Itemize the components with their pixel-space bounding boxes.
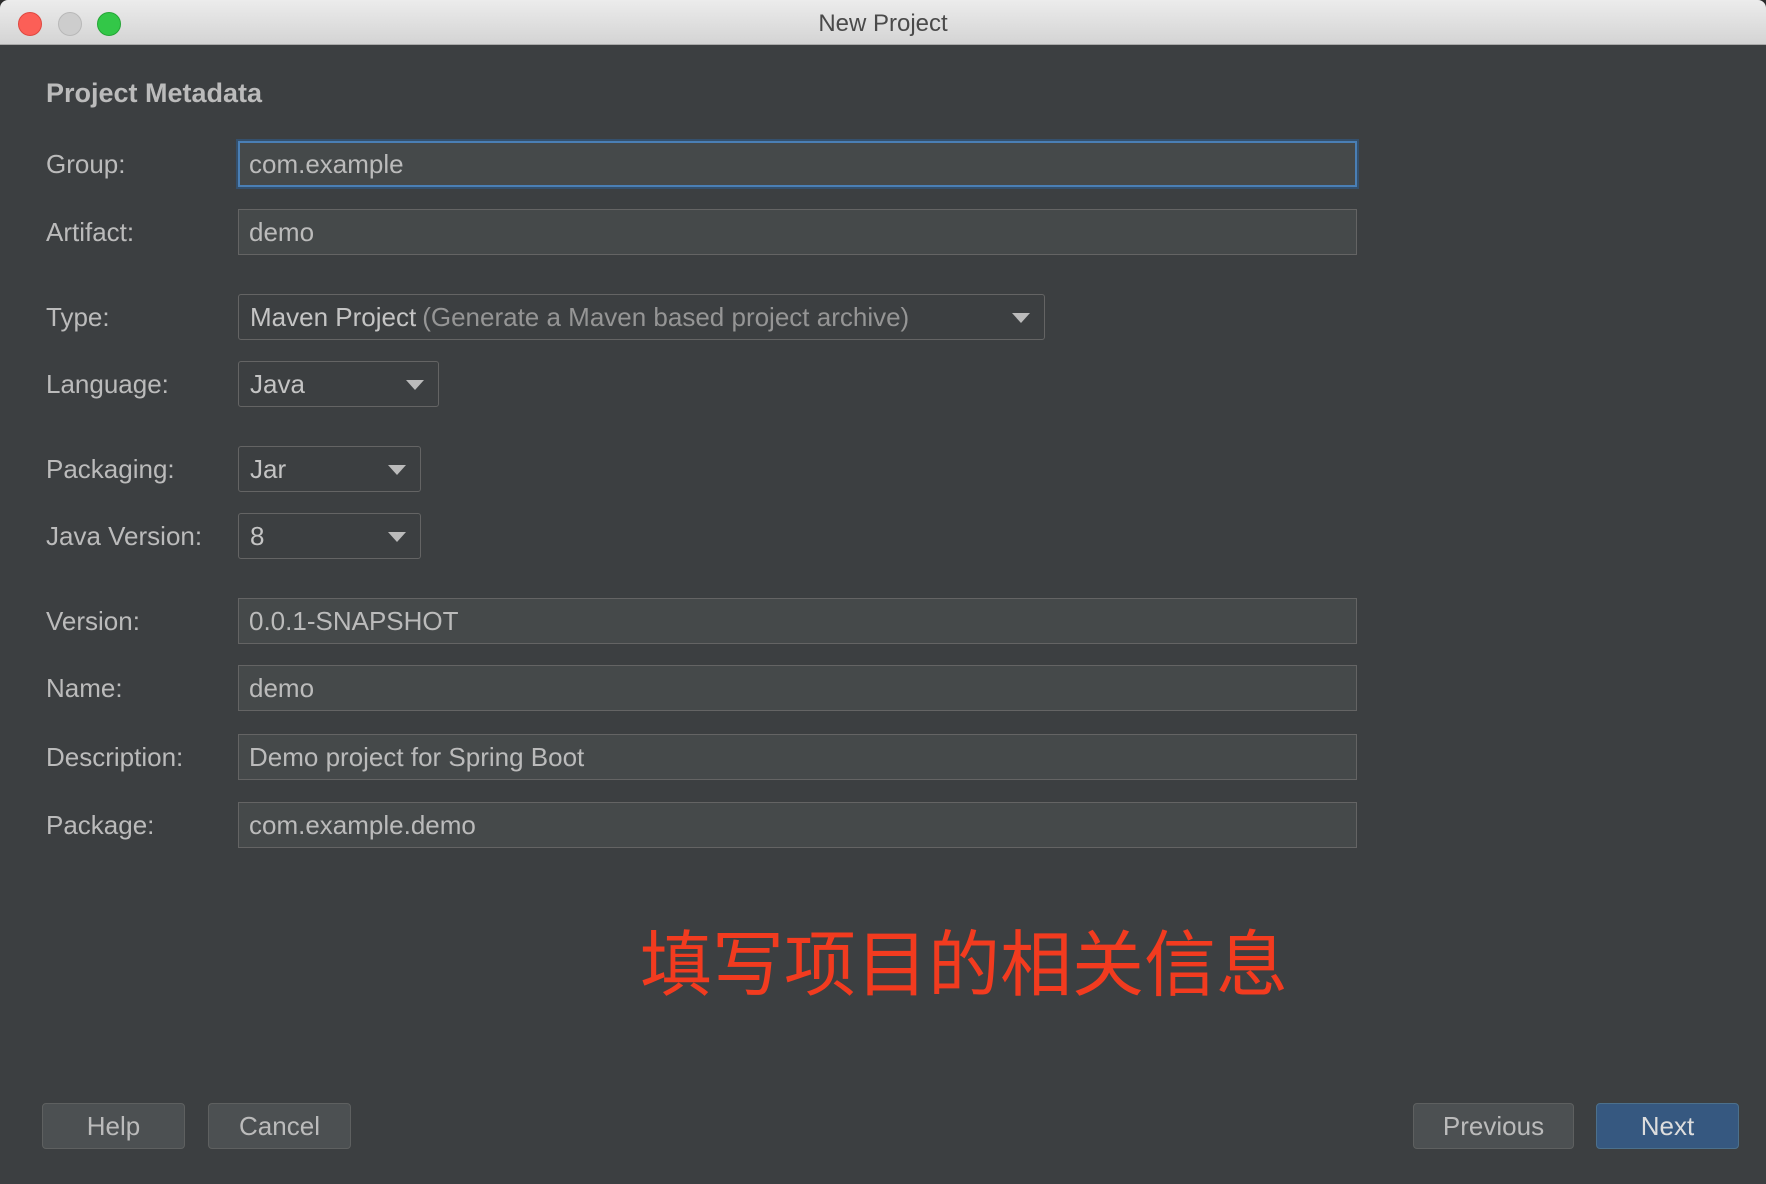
- description-label: Description:: [46, 742, 184, 772]
- version-label: Version:: [46, 606, 140, 636]
- description-input[interactable]: [238, 734, 1357, 780]
- type-label: Type:: [46, 302, 110, 332]
- title-bar: New Project: [0, 0, 1766, 45]
- artifact-row: Artifact:: [0, 209, 1400, 255]
- package-label: Package:: [46, 810, 155, 840]
- window-title: New Project: [818, 10, 948, 37]
- type-dropdown[interactable]: Maven Project (Generate a Maven based pro…: [238, 294, 1045, 340]
- name-label: Name:: [46, 673, 123, 703]
- next-button[interactable]: Next: [1596, 1103, 1739, 1149]
- java-version-dropdown[interactable]: 8: [238, 513, 421, 559]
- group-row: Group:: [0, 141, 1400, 187]
- name-row: Name:: [0, 665, 1400, 711]
- packaging-row: Packaging: Jar: [0, 446, 1400, 492]
- annotation-text: 填写项目的相关信息: [640, 926, 1289, 1006]
- java-version-label: Java Version:: [46, 521, 203, 551]
- version-row: Version:: [0, 598, 1400, 644]
- java-version-row: Java Version: 8: [0, 513, 1400, 559]
- packaging-label: Packaging:: [46, 454, 175, 484]
- language-label: Language:: [46, 369, 169, 399]
- section-title: Project Metadata: [46, 78, 263, 108]
- type-row: Type: Maven Project (Generate a Maven bas…: [0, 294, 1400, 340]
- chevron-down-icon: [1012, 313, 1030, 323]
- description-row: Description:: [0, 734, 1400, 780]
- language-row: Language: Java: [0, 361, 1400, 407]
- name-input[interactable]: [238, 665, 1357, 711]
- package-input[interactable]: [238, 802, 1357, 848]
- package-row: Package:: [0, 802, 1400, 848]
- group-label: Group:: [46, 149, 126, 179]
- type-selected-value: Maven Project: [250, 302, 417, 332]
- artifact-label: Artifact:: [46, 217, 135, 247]
- packaging-dropdown[interactable]: Jar: [238, 446, 421, 492]
- java-version-selected-value: 8: [250, 521, 265, 551]
- help-button[interactable]: Help: [42, 1103, 185, 1149]
- type-selected-description: (Generate a Maven based project archive): [422, 302, 910, 332]
- previous-button[interactable]: Previous: [1413, 1103, 1574, 1149]
- group-input[interactable]: [238, 141, 1357, 187]
- language-selected-value: Java: [250, 369, 305, 399]
- chevron-down-icon: [388, 465, 406, 475]
- chevron-down-icon: [406, 380, 424, 390]
- cancel-button[interactable]: Cancel: [208, 1103, 351, 1149]
- artifact-input[interactable]: [238, 209, 1357, 255]
- version-input[interactable]: [238, 598, 1357, 644]
- chevron-down-icon: [388, 532, 406, 542]
- new-project-dialog: New Project Project Metadata Group: Arti…: [0, 0, 1766, 1184]
- language-dropdown[interactable]: Java: [238, 361, 439, 407]
- packaging-selected-value: Jar: [250, 454, 287, 484]
